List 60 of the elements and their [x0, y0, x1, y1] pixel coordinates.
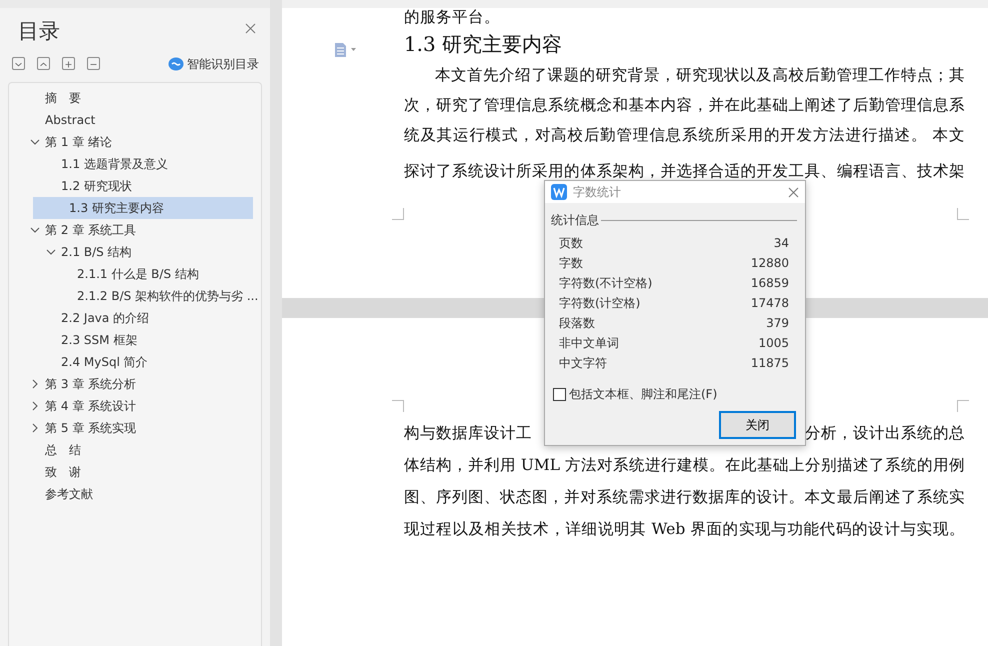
stat-value: 17478: [750, 295, 789, 312]
outline-item[interactable]: 摘 要: [9, 86, 253, 108]
stat-label: 非中文单词: [559, 335, 619, 352]
chevron-up-icon[interactable]: [37, 57, 50, 70]
crop-mark: [392, 400, 404, 412]
group-label: 统计信息: [551, 212, 599, 229]
stat-value: 1005: [758, 335, 789, 352]
body-text-line: 现过程以及相关技术，详细说明其 Web 界面的实现与功能代码的设计与实现。: [404, 519, 965, 540]
outline-item[interactable]: 总 结: [9, 438, 253, 460]
outline-item[interactable]: 2.3 SSM 框架: [9, 328, 253, 350]
body-text-line: 体结构，并利用 UML 方法对系统进行建模。在此基础上分别描述了系统的用例: [404, 455, 965, 476]
outline-item[interactable]: 第 2 章 系统工具: [9, 218, 253, 240]
outline-item[interactable]: 第 4 章 系统设计: [9, 394, 253, 416]
outline-item[interactable]: 2.4 MySql 简介: [9, 350, 253, 372]
crop-mark: [392, 208, 404, 220]
app-logo-icon: [551, 184, 567, 200]
checkbox[interactable]: [553, 388, 566, 400]
outline-item[interactable]: 2.2 Java 的介绍: [9, 306, 253, 328]
smart-toc-button[interactable]: 智能识别目录: [167, 54, 260, 74]
outline-item[interactable]: 1.2 研究现状: [9, 174, 253, 196]
checkbox-label: 包括文本框、脚注和尾注(F): [569, 386, 718, 403]
stat-value: 34: [774, 235, 789, 252]
stat-label: 段落数: [559, 315, 595, 332]
stat-label: 字数: [559, 255, 583, 272]
minus-icon[interactable]: [87, 57, 100, 70]
outline-item[interactable]: 第 1 章 绪论: [9, 130, 253, 152]
body-text-line: 次，研究了管理信息系统概念和基本内容，并在此基础上阐述了后勤管理信息系: [404, 95, 965, 116]
stat-label: 页数: [559, 235, 583, 252]
outline-item[interactable]: 1.1 选题背景及意义: [9, 152, 253, 174]
body-text-line: 本文首先介绍了课题的研究背景，研究现状以及高校后勤管理工作特点；其: [434, 65, 965, 86]
stat-label: 字符数(计空格): [559, 295, 640, 312]
plus-icon[interactable]: [62, 57, 75, 70]
outline-item[interactable]: 2.1.1 什么是 B/S 结构: [9, 262, 253, 284]
close-button[interactable]: 关闭: [719, 411, 796, 439]
body-text-line: 图、序列图、状态图，并对系统需求进行数据库的设计。本文最后阐述了系统实: [404, 487, 965, 508]
body-text: 的服务平台。: [404, 8, 501, 26]
stat-label: 字符数(不计空格): [559, 275, 652, 292]
sidebar-title: 目录: [17, 18, 60, 45]
outline-item[interactable]: 参考文献: [9, 482, 253, 504]
stat-value: 379: [766, 315, 789, 332]
outline-item[interactable]: Abstract: [9, 108, 253, 130]
crop-mark: [956, 208, 969, 220]
stat-label: 中文字符: [559, 355, 607, 372]
crop-mark: [956, 400, 969, 412]
smart-recognition-icon: [168, 56, 184, 70]
body-text-line: 分析，设计出系统的总: [805, 423, 965, 444]
body-text-line: 统及其运行模式，对高校后勤管理信息系统所采用的开发方法进行描述。 本文: [404, 125, 965, 146]
body-text-line: 探讨了系统设计所采用的体系架构，并选择合适的开发工具、编程语言、技术架: [404, 161, 965, 182]
outline-item[interactable]: 第 5 章 系统实现: [9, 416, 253, 438]
outline-item[interactable]: 1.3 研究主要内容: [33, 196, 253, 218]
stat-value: 12880: [750, 255, 789, 272]
stat-value: 16859: [750, 275, 789, 292]
outline-item[interactable]: 第 3 章 系统分析: [9, 372, 253, 394]
dialog-title: 字数统计: [573, 184, 621, 201]
chevron-down-icon[interactable]: [12, 57, 25, 70]
body-text-line: 构与数据库设计工: [404, 423, 532, 444]
outline-item[interactable]: 致 谢: [9, 460, 253, 482]
section-heading: 1.3 研究主要内容: [404, 31, 564, 58]
stat-value: 11875: [750, 355, 789, 372]
outline-item[interactable]: 2.1 B/S 结构: [9, 240, 253, 262]
